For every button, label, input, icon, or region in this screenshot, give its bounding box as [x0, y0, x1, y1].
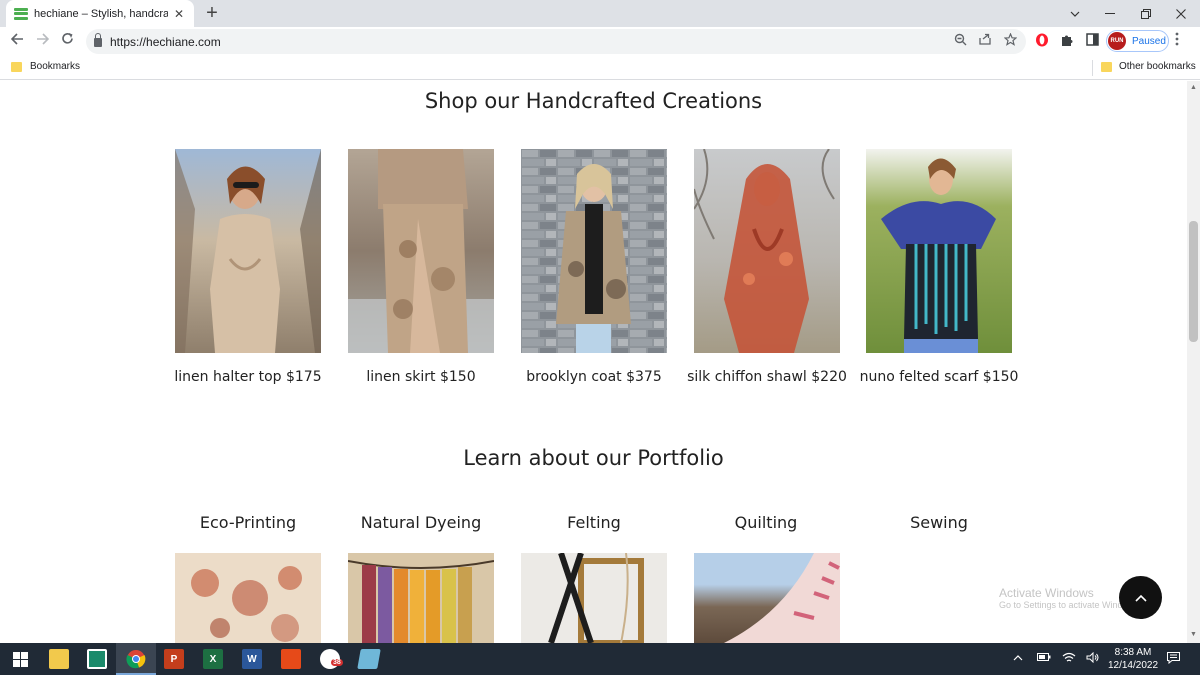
- scroll-up-icon[interactable]: ▲: [1189, 84, 1198, 91]
- chevron-up-icon: [1134, 594, 1147, 602]
- portfolio-image-natural-dyeing[interactable]: [348, 553, 494, 643]
- product-card[interactable]: linen halter top $175: [174, 149, 322, 385]
- product-caption[interactable]: nuno felted scarf $150: [836, 369, 1042, 385]
- tray-chevron-up-icon[interactable]: [1013, 652, 1023, 664]
- site-favicon-icon: [14, 7, 28, 20]
- chrome-icon[interactable]: [126, 649, 146, 669]
- forward-arrow-icon[interactable]: [32, 31, 52, 51]
- product-image-linen-skirt[interactable]: [348, 149, 494, 353]
- page-scrollbar[interactable]: ▲ ▼: [1187, 81, 1200, 643]
- product-card[interactable]: silk chiffon shawl $220: [687, 149, 847, 385]
- folder-icon: [11, 62, 22, 72]
- product-image-silk-shawl[interactable]: [694, 149, 840, 353]
- url-text: https://hechiane.com: [110, 34, 221, 49]
- product-image-nuno-scarf[interactable]: [866, 149, 1012, 353]
- portfolio-link-quilting[interactable]: Quilting: [681, 513, 851, 532]
- other-bookmarks-folder[interactable]: Other bookmarks: [1119, 61, 1196, 72]
- tab-title: hechiane – Stylish, handcrafted, w: [34, 7, 168, 20]
- product-image-brooklyn-coat[interactable]: [521, 149, 667, 353]
- product-card[interactable]: nuno felted scarf $150: [860, 149, 1018, 385]
- folder-icon: [1101, 62, 1112, 72]
- menu-kebab-icon[interactable]: [1175, 32, 1179, 49]
- avatar: RUN: [1108, 32, 1126, 50]
- taskbar-clock[interactable]: 8:38 AM 12/14/2022: [1104, 646, 1162, 672]
- notepad-icon[interactable]: [357, 649, 381, 669]
- page-content: Shop our Handcrafted Creations linen hal…: [0, 81, 1187, 643]
- bookmark-star-icon[interactable]: [1002, 32, 1018, 49]
- portfolio-link-eco-printing[interactable]: Eco-Printing: [163, 513, 333, 532]
- minimize-button[interactable]: [1093, 0, 1127, 27]
- portfolio-image-quilting[interactable]: [694, 553, 840, 643]
- new-tab-button[interactable]: +: [202, 3, 222, 23]
- media-app-icon[interactable]: [87, 649, 107, 669]
- powerpoint-icon[interactable]: P: [164, 649, 184, 669]
- volume-icon[interactable]: [1086, 651, 1100, 666]
- battery-icon[interactable]: [1037, 652, 1051, 664]
- portfolio-image-eco-printing[interactable]: [175, 553, 321, 643]
- windows-start-icon[interactable]: [10, 649, 30, 669]
- lock-icon: [94, 33, 102, 47]
- clock-time: 8:38 AM: [1114, 647, 1152, 658]
- back-arrow-icon[interactable]: [7, 31, 27, 51]
- extensions-puzzle-icon[interactable]: [1059, 33, 1075, 49]
- word-icon[interactable]: W: [242, 649, 262, 669]
- wifi-icon[interactable]: [1062, 652, 1076, 666]
- product-image-halter-top[interactable]: [175, 149, 321, 353]
- restore-button[interactable]: [1129, 0, 1163, 27]
- product-card[interactable]: linen skirt $150: [348, 149, 494, 385]
- tab-search-icon[interactable]: [1058, 0, 1092, 27]
- file-explorer-icon[interactable]: [49, 649, 69, 669]
- scroll-down-icon[interactable]: ▼: [1189, 631, 1198, 638]
- opera-extension-icon[interactable]: [1034, 33, 1050, 49]
- portfolio-link-natural-dyeing[interactable]: Natural Dyeing: [336, 513, 506, 532]
- shop-section-title: Shop our Handcrafted Creations: [424, 89, 763, 113]
- profile-status: Paused: [1132, 35, 1166, 47]
- share-icon[interactable]: [977, 33, 993, 48]
- portfolio-link-felting[interactable]: Felting: [509, 513, 679, 532]
- windows-taskbar: P X W 38 8:38 AM 12/14/2022: [0, 643, 1200, 675]
- office-icon[interactable]: [281, 649, 301, 669]
- browser-toolbar: https://hechiane.com RUN Paused: [0, 27, 1200, 56]
- back-to-top-button[interactable]: [1119, 576, 1162, 619]
- divider: [1092, 60, 1093, 76]
- bookmarks-folder[interactable]: Bookmarks: [30, 61, 80, 72]
- scrollbar-thumb[interactable]: [1189, 221, 1198, 342]
- clock-date: 12/14/2022: [1107, 660, 1159, 671]
- close-window-button[interactable]: [1164, 0, 1198, 27]
- side-panel-icon[interactable]: [1084, 33, 1100, 49]
- browser-tab[interactable]: hechiane – Stylish, handcrafted, w ✕: [6, 0, 194, 27]
- excel-icon[interactable]: X: [203, 649, 223, 669]
- bookmarks-bar: Bookmarks Other bookmarks: [0, 56, 1200, 80]
- tab-strip: hechiane – Stylish, handcrafted, w ✕ +: [0, 0, 1200, 27]
- portfolio-image-felting[interactable]: [521, 553, 667, 643]
- portfolio-section-title: Learn about our Portfolio: [463, 446, 724, 470]
- product-card[interactable]: brooklyn coat $375: [521, 149, 667, 385]
- address-bar[interactable]: https://hechiane.com: [86, 29, 1026, 54]
- close-tab-icon[interactable]: ✕: [172, 7, 186, 21]
- zoom-icon[interactable]: [952, 33, 968, 49]
- profile-button[interactable]: RUN Paused: [1106, 30, 1169, 52]
- notification-badge: 38: [331, 659, 343, 666]
- action-center-icon[interactable]: [1167, 652, 1180, 667]
- notification-app-icon[interactable]: 38: [320, 649, 343, 669]
- reload-icon[interactable]: [57, 31, 77, 51]
- portfolio-link-sewing[interactable]: Sewing: [854, 513, 1024, 532]
